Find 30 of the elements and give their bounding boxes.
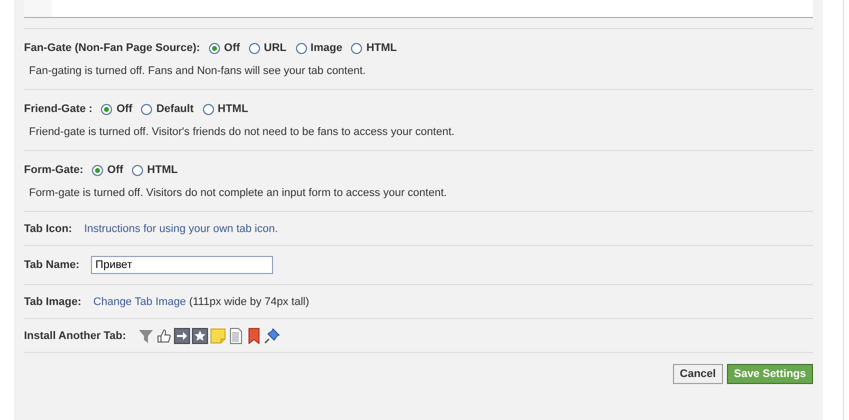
pushpin-icon[interactable] <box>264 328 280 344</box>
setting-label: Install Another Tab: <box>24 330 126 342</box>
link[interactable]: Change Tab Image <box>93 296 186 308</box>
cancel-button[interactable]: Cancel <box>672 364 723 384</box>
gate-label: Friend-Gate : <box>24 103 92 115</box>
funnel-icon[interactable] <box>138 328 154 344</box>
radio-option[interactable]: HTML <box>351 42 397 54</box>
radio-option[interactable]: HTML <box>202 103 248 115</box>
radio-option[interactable]: URL <box>248 42 287 54</box>
radio-option[interactable]: HTML <box>132 164 178 176</box>
document-icon[interactable] <box>228 328 244 344</box>
thumbs-up-icon[interactable] <box>156 328 172 344</box>
gate-description: Fan-gating is turned off. Fans and Non-fans will see your tab content. <box>29 65 367 77</box>
setting-label: Tab Icon: <box>24 222 72 234</box>
gate-description: Form-gate is turned off. Visitors do not complete an input form to access your content. <box>29 187 448 199</box>
gate-description: Friend-gate is turned off. Visitor's friends do not need to be fans to access your content. <box>29 126 456 138</box>
size-note: (111px wide by 74px tall) <box>189 296 310 308</box>
radio-option[interactable]: Off <box>101 103 132 115</box>
link[interactable]: Instructions for using your own tab icon. <box>84 222 278 234</box>
bookmark-icon[interactable] <box>246 328 262 344</box>
star-icon[interactable] <box>192 328 208 344</box>
gate-label: Form-Gate: <box>24 164 84 176</box>
radio-option[interactable]: Image <box>296 42 342 54</box>
radio-option[interactable]: Default <box>141 103 194 115</box>
tab-name-field[interactable]: Привет <box>91 256 274 274</box>
setting-label: Tab Name: <box>24 259 80 271</box>
radio-option[interactable]: Off <box>92 164 124 176</box>
setting-label: Tab Image: <box>24 296 82 308</box>
gate-label: Fan-Gate (Non-Fan Page Source): <box>24 42 200 54</box>
radio-option[interactable]: Off <box>209 42 240 54</box>
